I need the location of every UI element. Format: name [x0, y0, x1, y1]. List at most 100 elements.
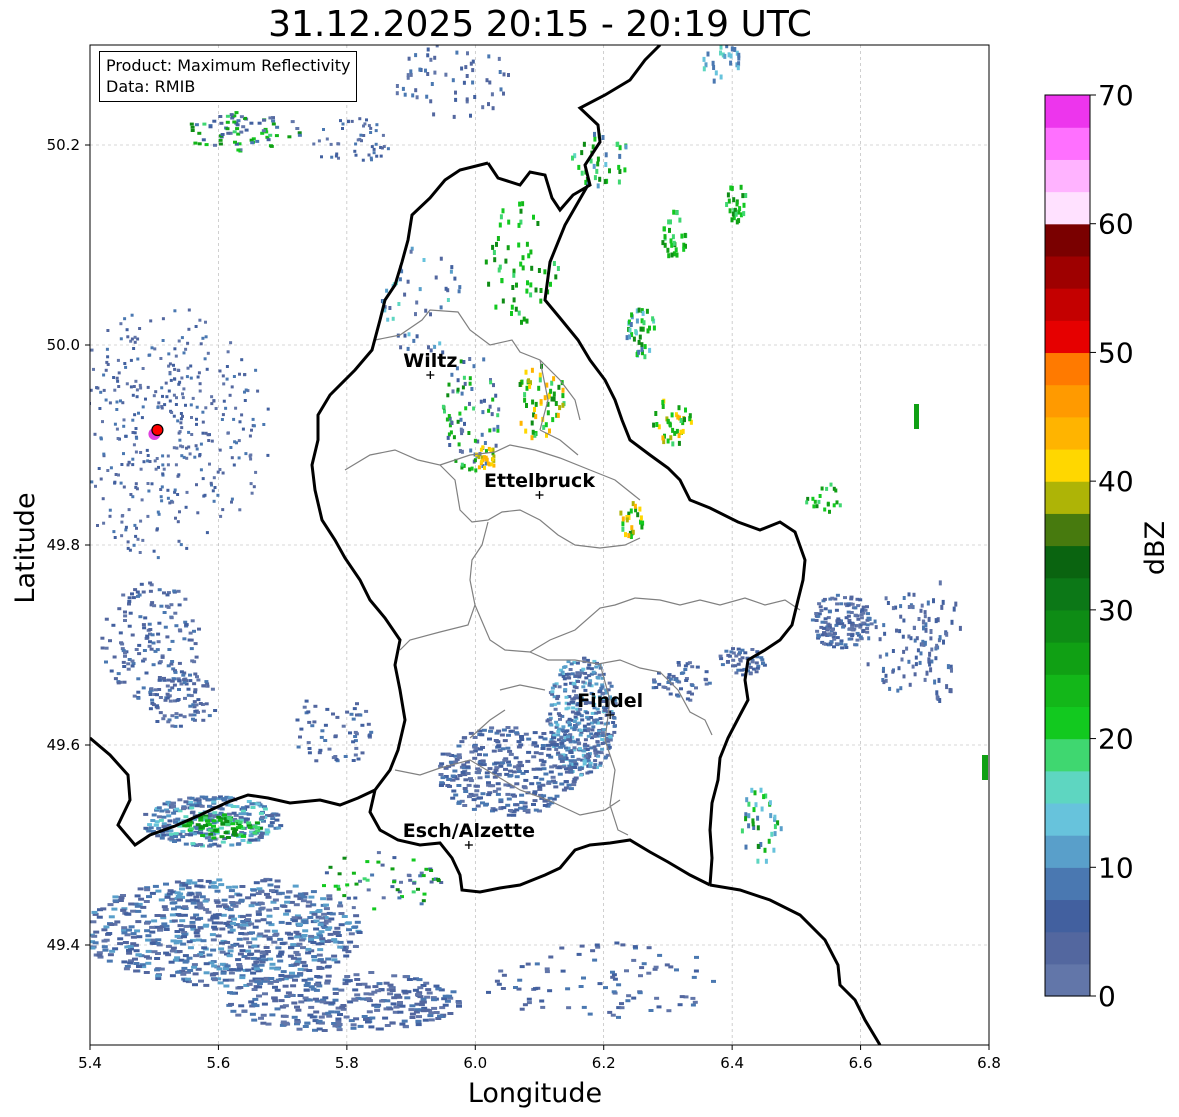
x-tick-label: 6.4 [720, 1054, 744, 1072]
echo-pixel [752, 807, 756, 813]
echo-pixel [849, 611, 854, 614]
echo-pixel [532, 790, 538, 794]
echo-pixel [521, 806, 527, 810]
echo-pixel [465, 765, 471, 769]
echo-pixel [630, 312, 634, 318]
echo-pixel [227, 908, 234, 912]
echo-pixel [513, 986, 518, 989]
echo-pixel [229, 928, 236, 932]
echo-pixel [241, 1009, 248, 1013]
echo-pixel [910, 604, 914, 609]
echo-pixel [240, 806, 246, 810]
echo-pixel [750, 648, 755, 651]
echo-pixel [194, 703, 199, 707]
echo-pixel [712, 65, 716, 70]
echo-pixel [354, 142, 358, 146]
echo-pixel [370, 145, 374, 149]
y-tick-label: 49.6 [47, 736, 80, 754]
colorbar-segment [1045, 899, 1090, 933]
echo-pixel [600, 731, 605, 735]
echo-pixel [464, 65, 468, 70]
echo-pixel [168, 699, 173, 703]
echo-pixel [541, 732, 547, 735]
echo-pixel [168, 501, 172, 505]
echo-pixel [414, 88, 418, 93]
echo-pixel [102, 452, 106, 456]
echo-pixel [133, 335, 137, 339]
echo-pixel [590, 949, 596, 953]
echo-pixel [168, 829, 174, 833]
echo-pixel [369, 1016, 376, 1020]
echo-pixel [199, 468, 203, 472]
echo-pixel [444, 72, 448, 77]
echo-pixel [181, 392, 184, 396]
echo-pixel [735, 201, 739, 207]
echo-pixel [158, 660, 163, 664]
echo-pixel [124, 945, 131, 949]
echo-pixel [224, 964, 231, 968]
echo-pixel [201, 410, 205, 414]
echo-pixel [575, 738, 580, 742]
echo-pixel [607, 1010, 613, 1014]
echo-pixel [177, 661, 182, 665]
echo-pixel [125, 382, 129, 386]
x-axis-ticks: 5.4 5.6 5.8 6.0 6.2 6.4 6.6 6.8 [78, 1045, 1001, 1072]
echo-pixel [225, 114, 230, 118]
echo-pixel [554, 748, 559, 751]
echo-pixel [626, 994, 632, 998]
echo-pixel [183, 597, 188, 601]
echo-pixel [456, 378, 460, 383]
echo-pixel [417, 986, 424, 990]
colorbar-segment [1045, 545, 1090, 579]
echo-pixel [139, 386, 143, 390]
echo-pixel [431, 998, 437, 1002]
echo-pixel [739, 184, 743, 190]
echo-pixel [205, 531, 209, 535]
city-label: Findel [577, 690, 643, 712]
echo-pixel [133, 949, 140, 953]
echo-pixel [211, 921, 218, 925]
echo-pixel [527, 378, 531, 384]
echo-pixel [202, 924, 209, 928]
echo-pixel [259, 954, 266, 958]
echo-pixel [556, 751, 561, 755]
echo-pixel [518, 382, 522, 387]
echo-pixel [376, 860, 381, 864]
echo-pixel [729, 53, 733, 59]
echo-pixel [519, 261, 523, 267]
colorbar-segment [1045, 481, 1090, 514]
echo-pixel [354, 153, 358, 157]
echo-pixel [129, 358, 133, 362]
echo-pixel [469, 750, 475, 754]
echo-pixel [667, 219, 671, 225]
echo-pixel [201, 684, 206, 688]
echo-pixel [756, 815, 760, 821]
echo-pixel [586, 734, 591, 738]
echo-pixel [75, 437, 78, 440]
echo-pixel [258, 890, 265, 894]
echo-pixel [525, 241, 529, 247]
echo-pixel [499, 87, 503, 92]
echo-pixel [211, 800, 217, 804]
echo-pixel [565, 729, 570, 733]
echo-pixel [188, 704, 193, 708]
echo-pixel [182, 806, 188, 810]
echo-pixel [588, 761, 593, 765]
echo-pixel [193, 642, 198, 646]
echo-pixel [719, 74, 723, 80]
echo-pixel [603, 756, 608, 760]
echo-pixel [181, 414, 184, 418]
echo-pixel [921, 619, 925, 625]
echo-pixel [891, 606, 895, 611]
echo-pixel [148, 581, 153, 585]
echo-pixel [226, 816, 232, 820]
echo-pixel [576, 712, 581, 716]
echo-pixel [303, 984, 310, 987]
echo-pixel [818, 494, 822, 498]
echo-pixel [945, 684, 949, 690]
echo-pixel [813, 499, 817, 504]
echo-pixel [333, 884, 338, 888]
echo-pixel [855, 638, 860, 642]
echo-pixel [593, 131, 596, 137]
echo-pixel [380, 863, 385, 867]
